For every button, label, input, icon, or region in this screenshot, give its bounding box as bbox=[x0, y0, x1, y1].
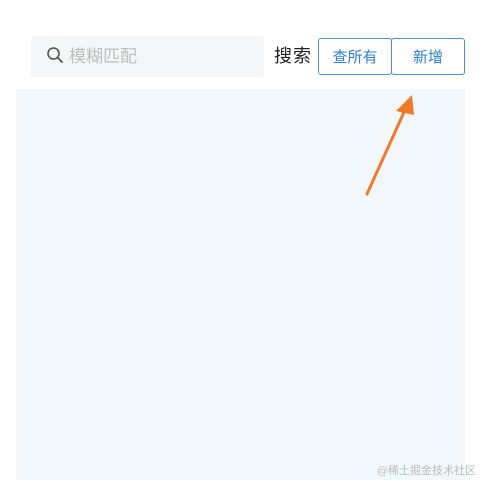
watermark: @稀土掘金技术社区 bbox=[377, 464, 476, 477]
search-icon bbox=[47, 47, 63, 63]
content-panel bbox=[16, 89, 465, 480]
query-all-button[interactable]: 查所有 bbox=[318, 38, 392, 75]
add-new-button[interactable]: 新增 bbox=[391, 38, 465, 75]
search-box[interactable] bbox=[31, 36, 264, 77]
search-input[interactable] bbox=[69, 36, 259, 77]
search-label[interactable]: 搜索 bbox=[274, 46, 312, 68]
